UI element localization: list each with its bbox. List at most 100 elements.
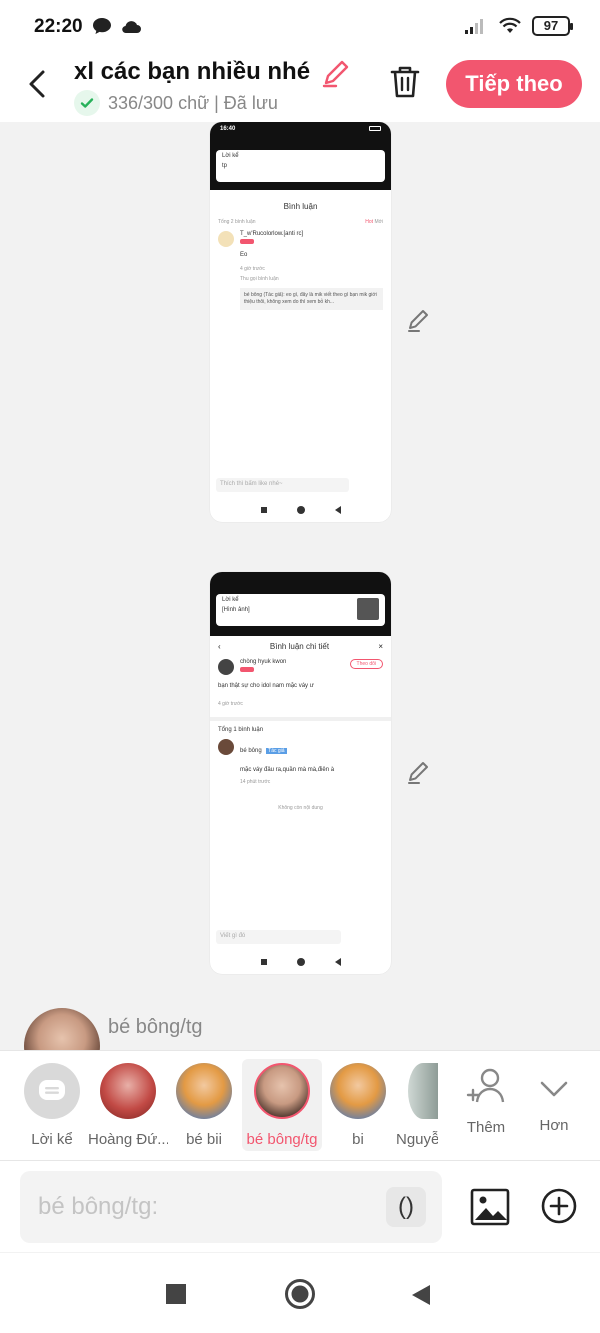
- parenthesis-button[interactable]: (): [386, 1187, 426, 1227]
- character-avatar: [176, 1063, 232, 1119]
- thumb-image: [357, 598, 379, 620]
- more-characters-button[interactable]: Hơn: [514, 1059, 594, 1134]
- plus-circle-icon: [541, 1188, 577, 1224]
- character-hoang-duc[interactable]: Hoàng Đứ...: [88, 1059, 168, 1148]
- thumb-user2: bé bông: [240, 748, 262, 754]
- status-bar: 22:20 97: [0, 0, 600, 56]
- signal-icon: [465, 19, 483, 34]
- back-triangle-icon: [412, 1285, 430, 1305]
- wifi-icon: [499, 17, 521, 33]
- character-avatar: [254, 1063, 310, 1119]
- recent-apps-button[interactable]: [165, 1283, 187, 1310]
- thumb-card-title: Lời kể: [222, 153, 239, 159]
- edit-item-button-2[interactable]: [406, 760, 432, 791]
- chevron-down-icon: [540, 1081, 568, 1097]
- system-navigation-bar: [0, 1253, 600, 1333]
- character-be-bii[interactable]: bé bii: [164, 1059, 244, 1148]
- back-button[interactable]: [22, 64, 52, 104]
- thumb-follow: Theo dõi: [349, 659, 383, 669]
- more-label: Hơn: [539, 1117, 569, 1134]
- thumb-card-text: tp: [222, 163, 228, 169]
- character-be-bong[interactable]: bé bông/tg: [242, 1059, 322, 1151]
- story-title: xl các bạn nhiều nhé: [74, 58, 311, 85]
- thumb-count-row: Tổng 2 bình luận Hot Mới: [218, 219, 383, 225]
- thumb-comment-text: bạn thật sự cho idol nam mặc váy ư: [218, 683, 314, 689]
- thumb-nav: [210, 506, 391, 514]
- next-button[interactable]: Tiếp theo: [446, 60, 582, 108]
- narration-icon: [24, 1063, 80, 1119]
- current-speaker-row: bé bông/tg: [0, 1002, 600, 1052]
- save-status: 336/300 chữ | Đã lưu: [74, 90, 278, 116]
- insert-image-button[interactable]: [470, 1187, 510, 1232]
- character-selector: Lời kể Hoàng Đứ... bé bii bé bông/tg bi …: [0, 1050, 600, 1160]
- add-button[interactable]: [540, 1187, 578, 1230]
- edit-item-button-1[interactable]: [406, 308, 432, 339]
- status-notification-icons: [92, 16, 142, 36]
- thumb-top-area: 16:40 Lời kể tp: [210, 122, 391, 190]
- thumb-section-title: Bình luận chi tiết: [269, 642, 330, 651]
- home-circle-icon: [285, 1279, 315, 1309]
- thumb-time-ago: 4 giờ trước: [218, 701, 243, 707]
- thumb-no-more: Không còn nội dung: [278, 805, 323, 811]
- thumb-comment-panel: ‹ Bình luận chi tiết × chòng hyuk kwon T…: [210, 636, 391, 811]
- thumb-view-reply: Thu gọi bình luận: [240, 276, 279, 282]
- word-count-text: 336/300 chữ | Đã lưu: [108, 92, 278, 113]
- thumb-reply: bé bông (Tác giả): eo gì, đây là mik viế…: [240, 288, 383, 310]
- status-right-icons: 97: [464, 16, 573, 36]
- thumb-user: chòng hyuk kwon: [240, 659, 287, 665]
- delete-button[interactable]: [388, 64, 422, 105]
- chevron-left-icon: [29, 70, 45, 98]
- character-label: bé bii: [186, 1131, 222, 1148]
- character-nguyen[interactable]: Nguyễ: [394, 1059, 438, 1148]
- thumb-card-text: [Hình ảnh]: [222, 607, 250, 613]
- thumb-user: T_w'Rucolorlow.[anti rc]: [240, 231, 304, 237]
- thumb-top-area: Lời kể [Hình ảnh]: [210, 572, 391, 636]
- thumb-narration-card: Lời kể tp: [216, 150, 385, 182]
- chat-bubble-icon: [93, 18, 111, 34]
- thumb-count: Tổng 1 bình luận: [218, 727, 264, 733]
- character-avatar: [100, 1063, 156, 1119]
- trash-icon: [390, 66, 420, 98]
- thumb-avatar: [218, 231, 234, 247]
- pencil-icon: [408, 310, 428, 332]
- speaker-avatar: [24, 1008, 100, 1052]
- thumb-comment-text: Eo: [240, 252, 248, 258]
- character-label: Lời kể: [31, 1131, 73, 1148]
- thumb-card-title: Lời kể: [222, 597, 239, 603]
- thumb-time: 16:40: [220, 126, 236, 132]
- image-icon: [470, 1188, 510, 1226]
- thumb-sort-new: Mới: [374, 219, 383, 225]
- thumb-comment: T_w'Rucolorlow.[anti rc] Eo 4 giờ trước …: [218, 231, 383, 310]
- pencil-icon: [408, 762, 428, 784]
- add-person-icon: [466, 1068, 505, 1103]
- character-narrator[interactable]: Lời kể: [12, 1059, 92, 1148]
- thumb-count: Tổng 2 bình luận: [218, 219, 256, 225]
- thumb-input: Thích thì bấm like nhé~: [216, 478, 349, 492]
- check-icon: [74, 90, 100, 116]
- back-nav-button[interactable]: [410, 1283, 432, 1312]
- character-label: Hoàng Đứ...: [88, 1131, 168, 1148]
- cloud-icon: [122, 21, 141, 34]
- pencil-icon: [322, 60, 349, 88]
- thumb-comment2: mặc váy đâu ra,quần mà mà,điên à: [240, 767, 335, 773]
- screenshot-thumbnail-2[interactable]: Lời kể [Hình ảnh] ‹ Bình luận chi tiết ×…: [210, 572, 391, 974]
- screenshot-thumbnail-1[interactable]: 16:40 Lời kể tp Bình luận Tổng 2 bình lu…: [210, 122, 391, 522]
- thumb-sort-hot: Hot: [365, 219, 374, 225]
- speaker-name: bé bông/tg: [108, 1016, 203, 1038]
- dialogue-input[interactable]: [20, 1171, 442, 1243]
- character-avatar: [330, 1063, 386, 1119]
- thumb-time2: 14 phút trước: [240, 779, 271, 785]
- edit-title-button[interactable]: [320, 58, 352, 95]
- character-avatar: [408, 1063, 438, 1119]
- thumb-narration-card: Lời kể [Hình ảnh]: [216, 594, 385, 626]
- compose-bar: (): [0, 1160, 600, 1252]
- thumb-author-badge: Tác giả: [266, 748, 287, 754]
- thumb-section-title: Bình luận: [283, 202, 318, 211]
- thumb-level-badge: [240, 239, 254, 244]
- status-time: 22:20: [34, 16, 83, 37]
- thumb-battery-icon: [369, 126, 381, 131]
- character-bi[interactable]: bi: [318, 1059, 398, 1148]
- thumb-input: Viết gì đó: [216, 930, 341, 944]
- editor-header: xl các bạn nhiều nhé 336/300 chữ | Đã lư…: [0, 56, 600, 122]
- home-button[interactable]: [284, 1278, 316, 1315]
